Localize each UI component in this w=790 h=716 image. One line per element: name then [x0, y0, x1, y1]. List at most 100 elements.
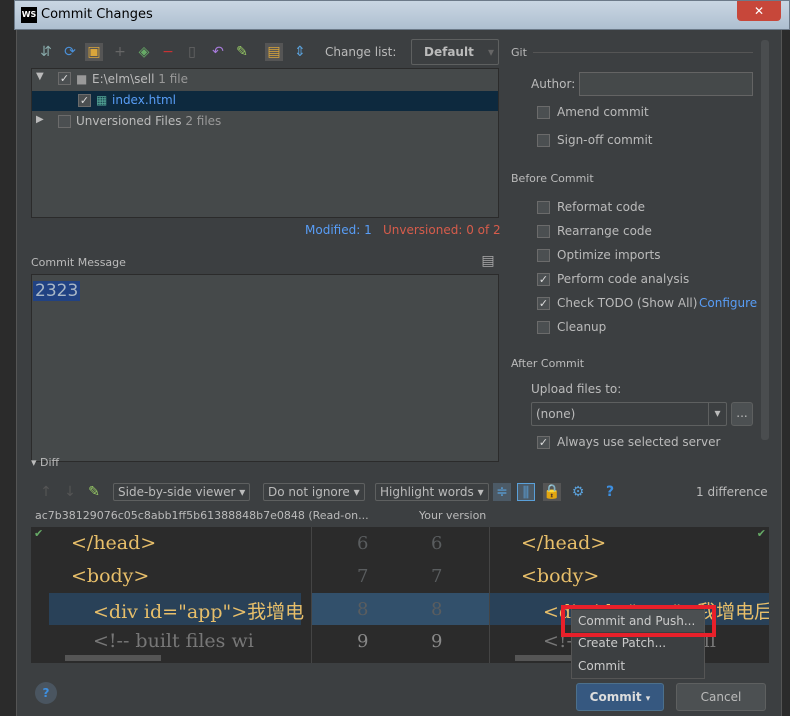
message-history-icon[interactable]: ▤: [479, 252, 497, 270]
chevron-down-icon: ▾: [487, 45, 494, 59]
folder-checkbox[interactable]: ✓: [58, 72, 71, 85]
configure-link[interactable]: Configure: [699, 296, 757, 310]
chevron-down-icon: ▾: [708, 403, 726, 425]
collapse-arrow-icon[interactable]: ▶: [36, 114, 44, 125]
show-diff-icon[interactable]: ⇵: [37, 43, 55, 61]
menu-item-commit[interactable]: Commit: [572, 655, 704, 677]
commit-dialog: ⇵ ⟳ ▣ + ◈ − ▯ ↶ ✎ ▤ ⇕ Change list: Defau…: [16, 30, 782, 716]
webstorm-logo: WS: [21, 7, 37, 23]
todo-checkbox[interactable]: ✓: [537, 297, 550, 310]
reformat-checkbox[interactable]: [537, 201, 550, 214]
move-icon[interactable]: ◈: [135, 43, 153, 61]
preview-icon[interactable]: ▤: [265, 43, 283, 61]
left-line-8[interactable]: <div id="app">我增电: [93, 597, 304, 624]
expand-arrow-icon[interactable]: ▼: [36, 71, 44, 82]
rearrange-label[interactable]: Rearrange code: [557, 224, 652, 238]
check-icon: ✔: [34, 527, 44, 540]
upload-server-dropdown[interactable]: (none) ▾: [531, 402, 727, 426]
collapse-unchanged-icon[interactable]: ≑: [493, 483, 511, 501]
line-number: 8: [431, 599, 443, 620]
rearrange-checkbox[interactable]: [537, 225, 550, 238]
commit-message-text: 2323: [33, 281, 81, 301]
right-line-7[interactable]: <body>: [521, 565, 599, 587]
commit-message-input[interactable]: 2323: [31, 274, 499, 462]
close-button[interactable]: ✕: [737, 1, 781, 21]
line-number: 7: [357, 566, 369, 587]
refresh-icon[interactable]: ⟳: [61, 43, 79, 61]
lock-icon[interactable]: 🔒: [543, 483, 561, 501]
compare-icon[interactable]: ▯: [183, 43, 201, 61]
line-number: 7: [431, 566, 443, 587]
line-number: 6: [357, 533, 369, 554]
unversioned-checkbox[interactable]: [58, 115, 71, 128]
analysis-checkbox[interactable]: ✓: [537, 273, 550, 286]
ignore-dropdown[interactable]: Do not ignore ▾: [263, 483, 365, 501]
change-list-label: Change list:: [325, 45, 397, 59]
title-bar: WS Commit Changes ✕: [14, 0, 790, 30]
chevron-down-icon: ▾: [645, 694, 651, 704]
left-hscrollbar[interactable]: [65, 655, 161, 661]
highlight-box: [561, 605, 716, 637]
previous-diff-icon[interactable]: ↑: [37, 483, 55, 501]
line-number: 6: [431, 533, 443, 554]
html-file-icon: ▦: [96, 93, 108, 107]
window-title: Commit Changes: [41, 7, 153, 22]
commit-button[interactable]: Commit ▾: [576, 683, 664, 711]
cancel-button[interactable]: Cancel: [676, 683, 766, 711]
cleanup-label[interactable]: Cleanup: [557, 320, 606, 334]
remove-icon[interactable]: −: [159, 43, 177, 61]
changes-tree: ▼ ✓ ■ E:\elm\sell 1 file ✓ ▦ index.html …: [31, 68, 499, 218]
signoff-label[interactable]: Sign-off commit: [557, 133, 653, 147]
left-line-6[interactable]: </head>: [71, 532, 156, 554]
next-diff-icon[interactable]: ↓: [61, 483, 79, 501]
expand-icon[interactable]: ⇕: [291, 43, 309, 61]
highlight-dropdown[interactable]: Highlight words ▾: [375, 483, 489, 501]
change-list-dropdown[interactable]: Default ▾: [411, 39, 499, 65]
optimize-label[interactable]: Optimize imports: [557, 248, 661, 262]
edit-icon[interactable]: ✎: [233, 43, 251, 61]
line-number: 9: [431, 631, 443, 652]
left-line-9[interactable]: <!-- built files wi: [93, 630, 254, 652]
unversioned-count[interactable]: Unversioned: 0 of 2: [383, 223, 501, 237]
folder-icon: ■: [76, 72, 88, 86]
reformat-label[interactable]: Reformat code: [557, 200, 645, 214]
left-line-7[interactable]: <body>: [71, 565, 149, 587]
browse-server-button[interactable]: ...: [731, 402, 753, 426]
help-button[interactable]: ?: [35, 682, 57, 704]
left-version-title: ac7b38129076c05c8abb1ff5b61388848b7e0848…: [35, 509, 369, 522]
signoff-checkbox[interactable]: [537, 134, 550, 147]
tree-item-file[interactable]: index.html: [112, 93, 176, 107]
todo-label[interactable]: Check TODO (Show All): [557, 296, 697, 310]
group-icon[interactable]: ▣: [85, 43, 103, 61]
add-icon[interactable]: +: [111, 43, 129, 61]
help-diff-icon[interactable]: ?: [601, 483, 619, 501]
amend-checkbox[interactable]: [537, 106, 550, 119]
right-line-6[interactable]: </head>: [521, 532, 606, 554]
tree-item-unversioned[interactable]: Unversioned Files 2 files: [76, 114, 221, 128]
git-section-title: Git: [511, 46, 527, 59]
author-label: Author:: [531, 77, 576, 91]
always-use-label[interactable]: Always use selected server: [557, 435, 720, 449]
right-scrollbar[interactable]: [761, 40, 769, 440]
file-checkbox[interactable]: ✓: [78, 94, 91, 107]
upload-label: Upload files to:: [531, 382, 622, 396]
right-version-title: Your version: [419, 509, 487, 522]
gear-icon[interactable]: ⚙: [569, 483, 587, 501]
analysis-label[interactable]: Perform code analysis: [557, 272, 689, 286]
cleanup-checkbox[interactable]: [537, 321, 550, 334]
always-use-checkbox[interactable]: ✓: [537, 436, 550, 449]
before-commit-title: Before Commit: [511, 172, 594, 185]
modified-count[interactable]: Modified: 1: [305, 223, 372, 237]
rollback-icon[interactable]: ↶: [209, 43, 227, 61]
optimize-checkbox[interactable]: [537, 249, 550, 262]
author-input[interactable]: [579, 72, 753, 96]
tree-item-folder[interactable]: E:\elm\sell 1 file: [92, 72, 188, 86]
amend-label[interactable]: Amend commit: [557, 105, 649, 119]
viewer-dropdown[interactable]: Side-by-side viewer ▾: [113, 483, 251, 501]
edit-source-icon[interactable]: ✎: [85, 483, 103, 501]
after-commit-title: After Commit: [511, 357, 585, 370]
diff-section-toggle[interactable]: ▾ Diff: [31, 456, 59, 469]
line-number: 8: [357, 599, 369, 620]
difference-count: 1 difference: [696, 485, 768, 499]
sync-scroll-icon[interactable]: ⫼: [517, 483, 535, 501]
